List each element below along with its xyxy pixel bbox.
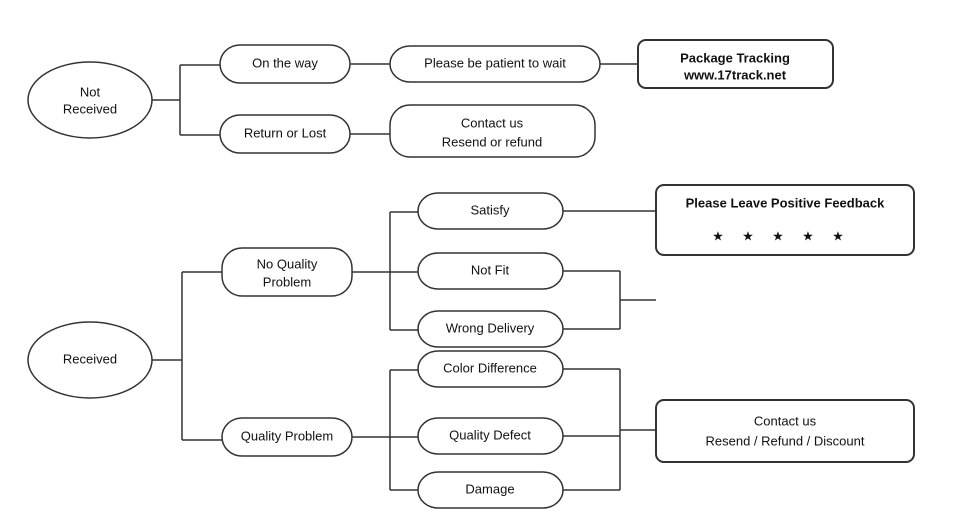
on-the-way-label: On the way — [252, 55, 318, 70]
star5: ★ — [832, 228, 844, 243]
star3: ★ — [772, 228, 784, 243]
star1: ★ — [712, 228, 724, 243]
package-tracking-label: Package Tracking — [680, 50, 790, 65]
patient-wait-label: Please be patient to wait — [424, 55, 566, 70]
star2: ★ — [742, 228, 754, 243]
package-tracking-url: www.17track.net — [683, 67, 787, 82]
not-received-node — [28, 62, 152, 138]
no-quality-problem-label1: No Quality — [257, 256, 318, 271]
positive-feedback-label: Please Leave Positive Feedback — [686, 195, 885, 210]
contact-resend-label1: Contact us — [461, 115, 524, 130]
color-difference-label: Color Difference — [443, 360, 537, 375]
contact-refund-box — [656, 400, 914, 462]
no-quality-problem-label2: Problem — [263, 274, 311, 289]
contact-resend-label2: Resend or refund — [442, 134, 542, 149]
contact-refund-label1: Contact us — [754, 413, 817, 428]
quality-problem-label: Quality Problem — [241, 428, 333, 443]
not-received-label2: Received — [63, 101, 117, 116]
damage-label: Damage — [465, 481, 514, 496]
return-lost-label: Return or Lost — [244, 125, 327, 140]
wrong-delivery-label: Wrong Delivery — [446, 320, 535, 335]
star4: ★ — [802, 228, 814, 243]
not-fit-label: Not Fit — [471, 262, 510, 277]
received-label: Received — [63, 351, 117, 366]
satisfy-label: Satisfy — [470, 202, 510, 217]
quality-defect-label: Quality Defect — [449, 427, 531, 442]
contact-refund-label2: Resend / Refund / Discount — [706, 433, 865, 448]
not-received-label: Not — [80, 84, 101, 99]
